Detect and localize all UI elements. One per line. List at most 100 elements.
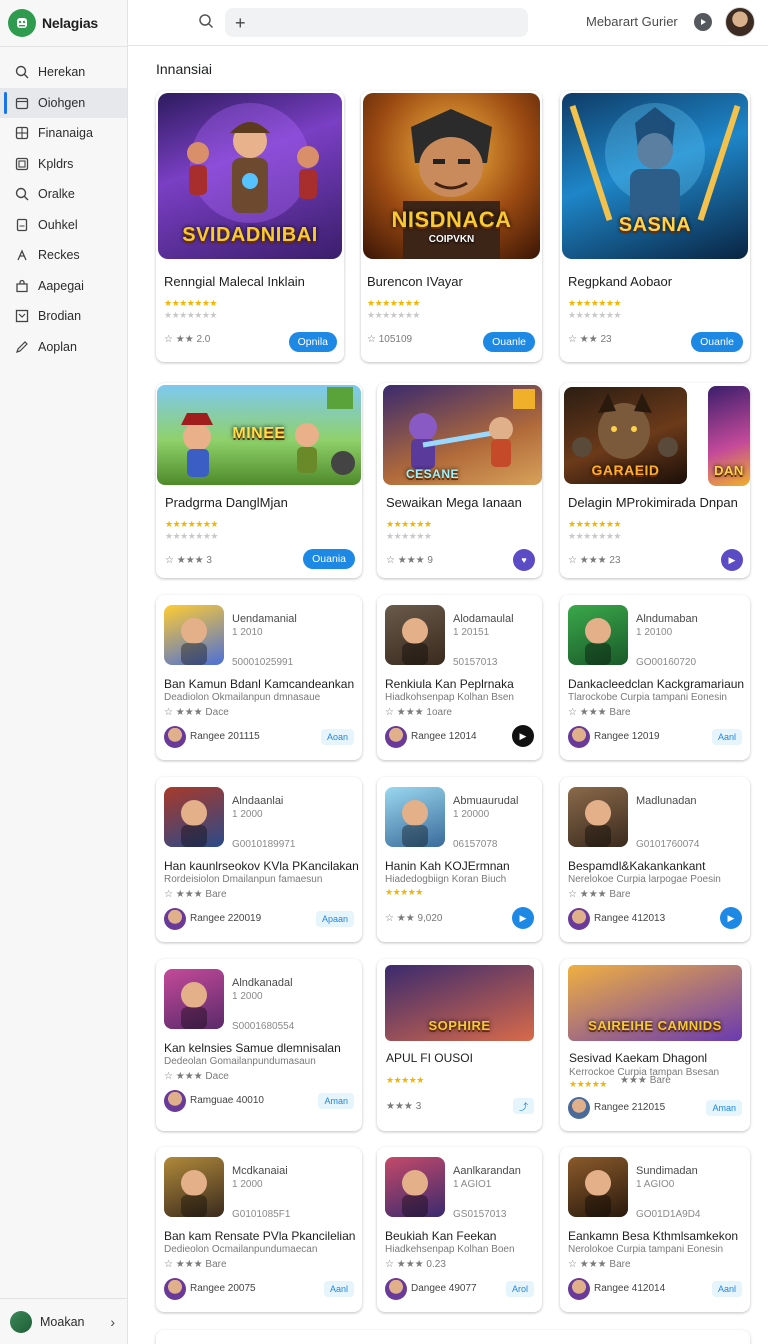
game-card-partial bbox=[156, 1330, 750, 1344]
sidebar-item-oralke[interactable]: Oralke bbox=[0, 179, 127, 210]
document-icon bbox=[14, 217, 30, 233]
list-card[interactable]: Madlunadan G0101760074 Bespamdl&Kakankanka… bbox=[560, 777, 750, 942]
game-meta-value: Bare bbox=[609, 707, 631, 718]
avatar bbox=[164, 726, 186, 748]
brand[interactable]: Nelagias bbox=[8, 8, 98, 38]
status-badge[interactable]: Aanl bbox=[323, 1281, 354, 1297]
game-card[interactable]: SVIDADNIBAI Renngial Malecal Inklain ★★★… bbox=[156, 91, 344, 362]
install-count: 1 20100 bbox=[636, 627, 673, 638]
status-badge[interactable]: Aoan bbox=[320, 729, 354, 745]
avatar[interactable] bbox=[725, 7, 755, 37]
game-meta: ☆ ★★★ Bare bbox=[164, 889, 227, 900]
footer-label: Moakan bbox=[40, 1314, 85, 1329]
game-cover-title: SVIDADNIBAI bbox=[182, 224, 318, 246]
play-button[interactable]: ▶ bbox=[721, 549, 743, 571]
status-badge[interactable]: Apaan bbox=[315, 911, 354, 927]
play-button[interactable]: ▶ bbox=[720, 907, 742, 929]
status-icon[interactable] bbox=[694, 13, 712, 31]
rating-stars: ★★★★★★ bbox=[386, 519, 432, 529]
status-badge[interactable]: Aanl bbox=[711, 729, 742, 745]
open-button[interactable]: Ouanle bbox=[691, 332, 743, 352]
publisher-label: Alndaanlai bbox=[232, 795, 284, 807]
sidebar-item-label: Aapegai bbox=[38, 278, 84, 293]
publisher-name: Rangee 20075 bbox=[190, 1283, 256, 1294]
sidebar-item-brodian[interactable]: Brodian bbox=[0, 301, 127, 332]
status-badge[interactable]: Arol bbox=[505, 1281, 534, 1297]
sidebar-item-finanaiga[interactable]: Finanaiga bbox=[0, 118, 127, 149]
user-name: Mebarart Gurier bbox=[586, 14, 678, 29]
status-badge[interactable]: Aanl bbox=[711, 1281, 742, 1297]
list-card[interactable]: Sundimadan 1 AGIO0 GO01D1A9D4 Eankamn Besa … bbox=[560, 1147, 750, 1312]
game-cover: MINEE bbox=[157, 385, 361, 485]
share-icon[interactable]: ⤴ bbox=[512, 1098, 534, 1114]
game-title: Renkiula Kan Peplrnaka bbox=[385, 677, 514, 691]
list-card[interactable]: Alodamaulal 1 20151 50157013 Renkiula Kan P… bbox=[377, 595, 542, 760]
sidebar-item-oiohgen[interactable]: Oiohgen bbox=[0, 87, 127, 118]
list-card[interactable]: SOPHIRE APUL FI OUSOI ★★★★★ ★★★ 3 ⤴ bbox=[377, 959, 542, 1131]
list-card[interactable]: Uendamanial 1 2010 50001025991 Ban Kamun Bd… bbox=[156, 595, 362, 760]
open-button[interactable]: Ouania bbox=[303, 549, 355, 569]
list-card[interactable]: Aanlkarandan 1 AGIO1 GS0157013 Beukiah Kan … bbox=[377, 1147, 542, 1312]
sidebar-item-aapegai[interactable]: Aapegai bbox=[0, 271, 127, 302]
sidebar-item-label: Kpldrs bbox=[38, 156, 74, 171]
game-icon bbox=[568, 1157, 628, 1217]
game-meta-value: 2.0 bbox=[196, 334, 211, 345]
search-icon bbox=[14, 186, 30, 202]
sidebar-item-herekan[interactable]: Herekan bbox=[0, 57, 127, 88]
sidebar-item-ouhkel[interactable]: Ouhkel bbox=[0, 210, 127, 241]
open-button[interactable]: Opnila bbox=[288, 332, 337, 352]
list-card[interactable]: Abmuaurudal 1 20000 06157078 Hanin Kah KOJE… bbox=[377, 777, 542, 942]
sidebar-item-label: Brodian bbox=[38, 309, 82, 324]
game-card[interactable]: NISDNACA COIPVKN Burencon IVayar ★★★★★★★… bbox=[361, 91, 542, 362]
rating-stars: ★★★★★ bbox=[385, 887, 423, 897]
install-count: 1 AGIO1 bbox=[453, 1179, 492, 1190]
list-card[interactable]: Alndaanlai 1 2000 G0010189971 Han kaunlrseo… bbox=[156, 777, 362, 942]
game-card[interactable]: MINEE Pradgrma DanglMjan ★★★★★★★ ★★★★★★★… bbox=[156, 383, 362, 578]
sidebar-item-reckes[interactable]: Reckes bbox=[0, 240, 127, 271]
game-meta: ☆ 105109 bbox=[367, 334, 413, 345]
sidebar-footer[interactable]: Moakan › bbox=[0, 1298, 127, 1344]
game-description: Deadiolon Okmailanpun dmnasaue bbox=[164, 692, 321, 703]
game-card-partial[interactable]: DAN bbox=[708, 386, 750, 486]
game-description: Rordeisiolon Dmailanpun famaesun bbox=[164, 874, 323, 885]
rating-stars: ★★★★★★★ bbox=[568, 519, 621, 529]
play-button[interactable]: ▶ bbox=[512, 907, 534, 929]
game-card[interactable]: SASNA Regpkand Aobaor ★★★★★★★ ★★★★★★★ ☆ … bbox=[560, 91, 750, 362]
search-input[interactable]: + bbox=[225, 8, 528, 37]
list-card[interactable]: Alndkanadal 1 2000 S0001680554 Kan kelnsies… bbox=[156, 959, 362, 1131]
game-meta: ☆ ★★★ Bare bbox=[568, 889, 631, 900]
publisher-name: Dangee 49077 bbox=[411, 1283, 477, 1294]
game-title: Hanin Kah KOJErmnan bbox=[385, 859, 510, 873]
list-card[interactable]: Alndumaban 1 20100 GO00160720 Dankacleedcla… bbox=[560, 595, 750, 760]
status-badge[interactable]: Aman bbox=[706, 1100, 742, 1116]
search-icon[interactable] bbox=[198, 13, 216, 31]
game-cover-title: DAN bbox=[714, 463, 744, 478]
box-icon bbox=[14, 308, 30, 324]
publisher-name: Rangee 220019 bbox=[190, 913, 262, 924]
game-title: Burencon IVayar bbox=[367, 274, 463, 289]
sidebar-item-label: Oralke bbox=[38, 187, 75, 202]
publisher-name: Rangee 12019 bbox=[594, 731, 660, 742]
favorite-button[interactable]: ♥ bbox=[513, 549, 535, 571]
publisher-name: Rangee 412013 bbox=[594, 913, 666, 924]
game-title: Han kaunlrseokov KVla PKancilakan bbox=[164, 859, 359, 873]
publisher-label: Uendamanial bbox=[232, 613, 297, 625]
chevron-right-icon[interactable]: › bbox=[110, 1314, 115, 1330]
game-title: Kan kelnsies Samue dlemnisalan bbox=[164, 1041, 341, 1055]
list-card[interactable]: Mcdkanaiai 1 2000 G0101085F1 Ban kam Rensat… bbox=[156, 1147, 362, 1312]
sidebar-item-kpldrs[interactable]: Kpldrs bbox=[0, 149, 127, 180]
game-card[interactable]: CESANE Sewaikan Mega Ianaan ★★★★★★ ★★★★★… bbox=[377, 383, 542, 578]
open-button[interactable]: Ouanle bbox=[483, 332, 535, 352]
status-badge[interactable]: Aman bbox=[318, 1093, 354, 1109]
game-icon bbox=[385, 1157, 445, 1217]
game-cover-title: SAIREIHE CAMNIDS bbox=[588, 1018, 722, 1033]
play-button[interactable]: ▶ bbox=[512, 725, 534, 747]
game-title: Beukiah Kan Feekan bbox=[385, 1229, 497, 1243]
game-id: 50001025991 bbox=[232, 657, 294, 668]
game-title: Dankacleedclan Kackgramariaun bbox=[568, 677, 745, 691]
plus-icon[interactable]: + bbox=[235, 14, 246, 32]
game-meta-value: 1oare bbox=[426, 707, 452, 718]
list-card[interactable]: SAIREIHE CAMNIDS Sesivad Kaekam Dhagonl Ke… bbox=[560, 959, 750, 1131]
sidebar-item-aoplan[interactable]: Aoplan bbox=[0, 332, 127, 363]
game-title: Regpkand Aobaor bbox=[568, 274, 673, 289]
